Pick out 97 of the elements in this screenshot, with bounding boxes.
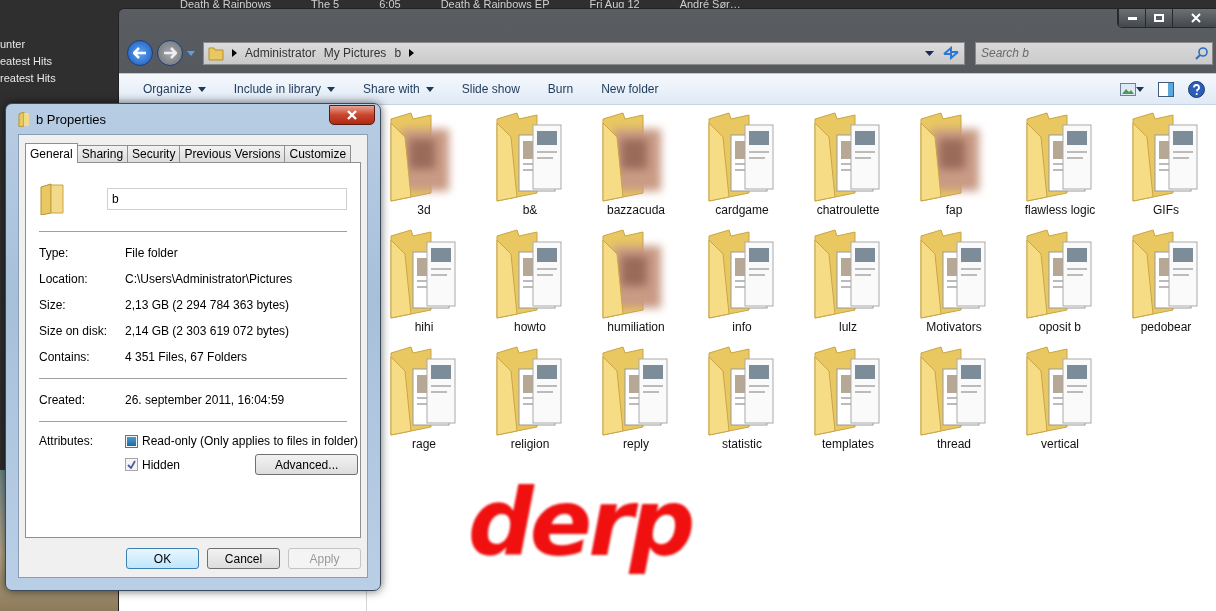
folder-item[interactable]: templates xyxy=(795,345,901,462)
breadcrumb[interactable]: Administrator xyxy=(245,46,316,60)
tab[interactable]: Sharing xyxy=(76,145,129,163)
property-label: Size: xyxy=(39,298,67,312)
folder-item[interactable]: thread xyxy=(901,345,1007,462)
tab[interactable]: Customize xyxy=(284,145,352,163)
close-button[interactable] xyxy=(1172,9,1216,27)
checkbox-label: Read-only (Only applies to files in folder) xyxy=(142,434,359,448)
chevron-icon xyxy=(232,49,237,57)
folder-item[interactable]: oposit b xyxy=(1007,228,1113,345)
property-value: File folder xyxy=(125,246,179,260)
view-button[interactable] xyxy=(1118,80,1146,98)
dialog-button[interactable]: OK xyxy=(126,548,199,569)
minimize-button[interactable] xyxy=(1118,9,1145,27)
folder-item[interactable]: GIFs xyxy=(1113,111,1216,228)
property-label: Attributes: xyxy=(39,434,95,450)
folder-item[interactable]: chatroulette xyxy=(795,111,901,228)
folder-item[interactable]: bazzacuda xyxy=(583,111,689,228)
track-text: Death & Rainbows EP xyxy=(440,0,550,10)
search-icon xyxy=(1195,46,1208,60)
folder-item[interactable]: info xyxy=(689,228,795,345)
back-button[interactable] xyxy=(127,40,153,66)
toolbar-button[interactable]: Slide show xyxy=(449,78,532,100)
maximize-icon xyxy=(1154,14,1164,22)
minimize-icon xyxy=(1127,16,1137,20)
forward-button[interactable] xyxy=(157,40,183,66)
folder-icon xyxy=(39,183,67,215)
pane-icon xyxy=(1158,81,1174,97)
search-field[interactable]: Search b xyxy=(975,41,1213,65)
tab[interactable]: General xyxy=(25,143,78,163)
playlist-item[interactable]: unter xyxy=(0,38,56,50)
picture-icon xyxy=(1120,82,1136,96)
property-value: 2,13 GB (2 294 784 363 bytes) xyxy=(125,298,291,312)
playlist-item[interactable]: eatest Hits xyxy=(0,55,56,67)
toolbar-button[interactable]: Burn xyxy=(535,78,586,100)
track-text: André Sør… xyxy=(679,0,741,10)
property-value: 26. september 2011, 16:04:59 xyxy=(125,393,286,407)
close-icon xyxy=(1190,13,1201,23)
folder-item[interactable]: pedobear xyxy=(1113,228,1216,345)
preview-pane-button[interactable] xyxy=(1156,79,1176,99)
breadcrumb[interactable]: My Pictures xyxy=(323,46,387,60)
property-value: C:\Users\Administrator\Pictures xyxy=(125,272,294,286)
folder-item[interactable]: cardgame xyxy=(689,111,795,228)
checkbox[interactable] xyxy=(125,458,138,471)
property-label: Size on disk: xyxy=(39,324,109,338)
forward-arrow-icon xyxy=(163,47,177,59)
chevron-icon xyxy=(409,49,415,57)
folder-item[interactable]: vertical xyxy=(1007,345,1113,462)
toolbar-button[interactable]: Organize xyxy=(131,78,218,100)
tab[interactable]: Security xyxy=(127,145,181,163)
maximize-button[interactable] xyxy=(1145,9,1172,27)
property-value: 4 351 Files, 67 Folders xyxy=(125,350,249,364)
handwritten-annotation: derp xyxy=(468,470,692,577)
advanced-button[interactable]: Advanced... xyxy=(255,454,359,475)
folder-item[interactable]: statistic xyxy=(689,345,795,462)
close-icon xyxy=(346,110,358,120)
caret-icon xyxy=(425,86,434,92)
caret-icon xyxy=(1136,86,1144,92)
dialog-title: b Properties xyxy=(36,111,107,127)
breadcrumb[interactable]: b xyxy=(394,46,402,60)
property-label: Contains: xyxy=(39,350,91,364)
folder-item[interactable]: lulz xyxy=(795,228,901,345)
help-icon xyxy=(1188,80,1205,98)
caret-icon xyxy=(327,86,336,92)
caret-icon xyxy=(197,86,206,92)
track-text: The 5 xyxy=(311,0,340,10)
property-value: 2,14 GB (2 303 619 072 bytes) xyxy=(125,324,291,338)
checkbox[interactable] xyxy=(125,434,138,448)
refresh-icon[interactable] xyxy=(942,46,960,60)
help-button[interactable] xyxy=(1186,78,1207,100)
playlist-item[interactable]: reatest Hits xyxy=(0,72,56,84)
folder-item[interactable]: fap xyxy=(901,111,1007,228)
folder-icon xyxy=(208,45,224,61)
property-label: Created: xyxy=(39,393,87,407)
property-label: Location: xyxy=(39,272,89,286)
folder-icon xyxy=(18,111,30,127)
back-arrow-icon xyxy=(133,47,147,59)
property-label: Type: xyxy=(39,246,70,260)
folder-item[interactable]: b& xyxy=(477,111,583,228)
toolbar-button[interactable]: Include in library xyxy=(221,78,348,100)
address-bar[interactable]: Administrator My Pictures b xyxy=(203,41,965,65)
track-text: 6:05 xyxy=(379,0,401,10)
folder-item[interactable]: howto xyxy=(477,228,583,345)
toolbar-button[interactable]: Share with xyxy=(351,78,446,100)
toolbar-button[interactable]: New folder xyxy=(589,78,671,100)
dropdown-arrow-icon[interactable] xyxy=(925,50,934,56)
dialog-button[interactable]: Cancel xyxy=(207,548,280,569)
folder-item[interactable]: flawless logic xyxy=(1007,111,1113,228)
folder-item[interactable]: reply xyxy=(583,345,689,462)
folder-item[interactable]: religion xyxy=(477,345,583,462)
close-button[interactable] xyxy=(329,105,375,125)
folder-item[interactable]: humiliation xyxy=(583,228,689,345)
track-text: Death & Rainbows xyxy=(180,0,272,10)
name-field[interactable]: b xyxy=(107,188,347,210)
checkbox-label: Hidden xyxy=(142,457,181,472)
tab[interactable]: Previous Versions xyxy=(179,145,286,163)
folder-item[interactable]: Motivators xyxy=(901,228,1007,345)
